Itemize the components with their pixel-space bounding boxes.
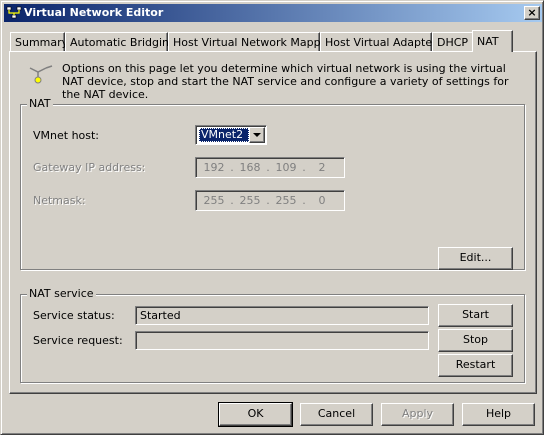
close-button[interactable]: × [524, 6, 540, 20]
chevron-down-icon[interactable] [249, 127, 265, 143]
netmask-octet-2: 255 [239, 194, 261, 207]
cancel-button[interactable]: Cancel [300, 403, 373, 426]
service-request-field [135, 331, 429, 350]
nat-group-label: NAT [27, 97, 53, 110]
nat-tab-panel: Options on this page let you determine w… [9, 51, 537, 394]
tab-dhcp[interactable]: DHCP [432, 32, 474, 51]
vmnet-host-value: VMnet2 [199, 128, 249, 142]
tab-automatic-bridging[interactable]: Automatic Bridging [65, 32, 176, 51]
gateway-dot: . [266, 161, 270, 174]
nat-group: NAT VMnet host: VMnet2 Gateway IP addres… [20, 97, 525, 270]
gateway-dot: . [230, 161, 234, 174]
tab-host-virtual-adapters[interactable]: Host Virtual Adapters [320, 32, 442, 51]
virtual-network-editor-window: Virtual Network Editor × Summary Automat… [0, 0, 544, 435]
stop-button[interactable]: Stop [438, 329, 513, 352]
gateway-octet-2: 168 [239, 161, 261, 174]
restart-button[interactable]: Restart [438, 354, 513, 377]
netmask-octet-4: 0 [318, 194, 326, 207]
nat-service-group: NAT service Service status: Started Serv… [20, 287, 525, 383]
netmask-dot: . [266, 194, 270, 207]
netmask-octet-3: 255 [275, 194, 297, 207]
gateway-ip-label: Gateway IP address: [33, 161, 146, 174]
ok-button[interactable]: OK [218, 402, 293, 427]
close-icon: × [527, 6, 537, 19]
tab-host-virtual-network-mapping[interactable]: Host Virtual Network Mapping [168, 32, 338, 51]
netmask-label: Netmask: [33, 194, 86, 207]
gateway-octet-1: 192 [203, 161, 225, 174]
tab-nat[interactable]: NAT [472, 30, 513, 52]
title-bar[interactable]: Virtual Network Editor × [4, 4, 542, 22]
nat-description: Options on this page let you determine w… [62, 62, 509, 101]
apply-button[interactable]: Apply [381, 403, 454, 426]
netmask-field[interactable]: 255 . 255 . 255 . 0 [195, 190, 345, 211]
service-request-label: Service request: [33, 334, 123, 347]
help-button[interactable]: Help [462, 403, 535, 426]
service-status-field: Started [135, 306, 429, 325]
edit-button[interactable]: Edit... [438, 247, 513, 270]
vmnet-host-select[interactable]: VMnet2 [195, 125, 267, 145]
window-title: Virtual Network Editor [24, 6, 164, 19]
service-status-label: Service status: [33, 309, 115, 322]
start-button[interactable]: Start [438, 304, 513, 327]
gateway-dot: . [302, 161, 306, 174]
nat-service-group-label: NAT service [27, 287, 96, 300]
netmask-dot: . [230, 194, 234, 207]
gateway-octet-4: 2 [318, 161, 326, 174]
netmask-dot: . [302, 194, 306, 207]
gateway-ip-field[interactable]: 192 . 168 . 109 . 2 [195, 157, 345, 178]
tab-summary[interactable]: Summary [10, 32, 68, 51]
network-icon [6, 6, 22, 19]
vmnet-host-label: VMnet host: [33, 129, 100, 142]
netmask-octet-1: 255 [203, 194, 225, 207]
gateway-octet-3: 109 [275, 161, 297, 174]
nat-network-icon [29, 65, 53, 84]
